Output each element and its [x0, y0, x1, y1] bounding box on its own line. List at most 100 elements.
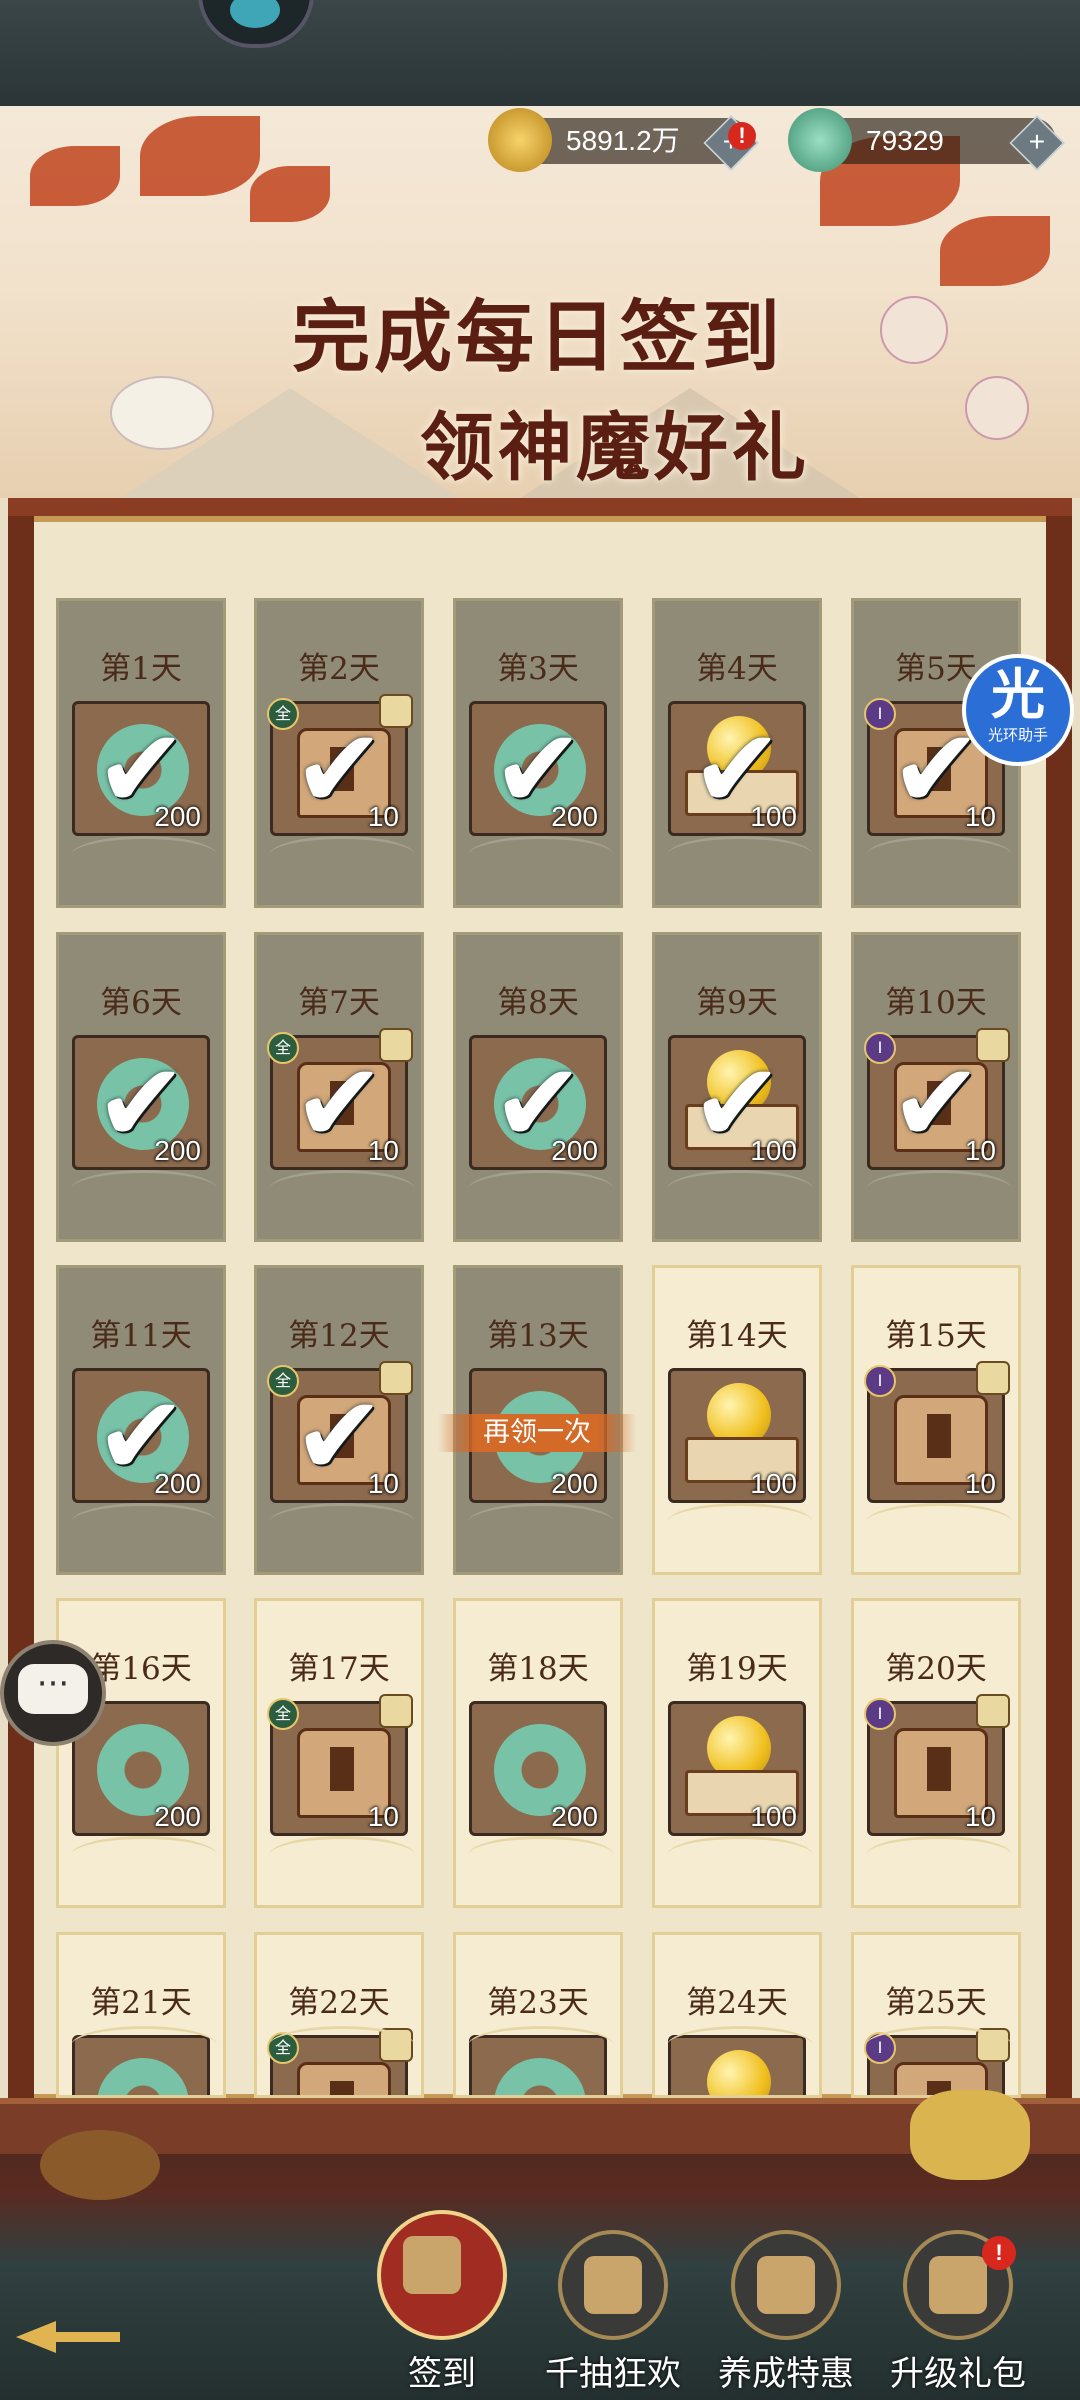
- nav-label: 签到: [408, 2354, 476, 2394]
- day-label: 第25天: [885, 1985, 987, 2021]
- reward-slot: I 10: [864, 1694, 1010, 1836]
- reward-slot: 200 ✔: [469, 701, 607, 836]
- claimed-check-icon: ✔: [492, 705, 585, 833]
- card-decor: [71, 1836, 217, 1875]
- day-card[interactable]: 第4天 100 ✔: [652, 598, 822, 908]
- card-decor: [71, 1170, 217, 1209]
- reward-quantity: 100: [750, 1801, 797, 1832]
- reward-slot: 100: [668, 1368, 806, 1503]
- reward-slot: 100 ✔: [668, 701, 806, 836]
- claimed-check-icon: ✔: [293, 1372, 386, 1500]
- day-label: 第24天: [686, 1985, 788, 2021]
- card-decor: [866, 836, 1012, 875]
- card-decor: [269, 2026, 415, 2065]
- day-label: 第10天: [885, 985, 987, 1021]
- day-card[interactable]: 第16天 200: [56, 1598, 226, 1908]
- coins-decor-icon: [40, 2130, 160, 2200]
- card-decor: [269, 1170, 415, 1209]
- day-card[interactable]: 第17天全 10: [254, 1598, 424, 1908]
- reclaim-button[interactable]: 再领一次: [438, 1414, 636, 1452]
- day-card[interactable]: 第2天全 10 ✔: [254, 598, 424, 908]
- day-card[interactable]: 第21天: [56, 1932, 226, 2098]
- puzzle-piece-icon: [379, 1694, 413, 1728]
- reward-slot: 全 10 ✔: [267, 1361, 413, 1503]
- day-card[interactable]: 第11天 200 ✔: [56, 1265, 226, 1575]
- card-decor: [71, 1503, 217, 1542]
- day-label: 第9天: [696, 985, 778, 1021]
- day-card[interactable]: 第7天全 10 ✔: [254, 932, 424, 1242]
- day-label: 第4天: [696, 651, 778, 687]
- sign-in-grid: 第1天 200 ✔ 第2天全 10 ✔ 第3天 200 ✔ 第4天 100 ✔ 第5天 I 10 ✔ 第6天 20…: [0, 0, 1080, 2100]
- day-card[interactable]: 第22天全: [254, 1932, 424, 2098]
- nav-sign-in[interactable]: 签到: [372, 2210, 512, 2394]
- reward-quantity: 10: [367, 1801, 399, 1832]
- reward-quantity: 200: [551, 1801, 598, 1832]
- reward-slot: 200 ✔: [72, 1368, 210, 1503]
- card-decor: [866, 2026, 1012, 2065]
- day-card[interactable]: 第23天: [453, 1932, 623, 2098]
- reward-slot: I 10: [864, 1361, 1010, 1503]
- nav-draw-carnival[interactable]: 千抽狂欢: [543, 2230, 683, 2394]
- claimed-check-icon: ✔: [691, 705, 784, 833]
- chat-icon[interactable]: [0, 1640, 106, 1746]
- reward-slot: 全 10: [267, 1694, 413, 1836]
- alert-badge: !: [982, 2236, 1016, 2270]
- card-decor: [468, 1170, 614, 1209]
- reward-slot: 200 ✔: [469, 1035, 607, 1170]
- assistant-logo: 光: [991, 663, 1045, 726]
- day-label: 第7天: [298, 985, 380, 1021]
- day-card[interactable]: 第18天 200: [453, 1598, 623, 1908]
- day-card[interactable]: 第15天 I 10: [851, 1265, 1021, 1575]
- day-card[interactable]: 第6天 200 ✔: [56, 932, 226, 1242]
- day-label: 第13天: [487, 1318, 589, 1354]
- card-decor: [269, 1836, 415, 1875]
- card-decor: [866, 1836, 1012, 1875]
- day-card[interactable]: 第9天 100 ✔: [652, 932, 822, 1242]
- day-label: 第20天: [885, 1651, 987, 1687]
- claimed-check-icon: ✔: [293, 1039, 386, 1167]
- day-label: 第19天: [686, 1651, 788, 1687]
- card-decor: [667, 836, 813, 875]
- reward-slot: 200 ✔: [72, 1035, 210, 1170]
- reward-quantity: 200: [154, 1801, 201, 1832]
- back-arrow-icon[interactable]: [0, 2305, 130, 2365]
- card-decor: [667, 2026, 813, 2065]
- card-decor: [269, 1503, 415, 1542]
- claimed-check-icon: ✔: [890, 1039, 983, 1167]
- day-card[interactable]: 第12天全 10 ✔: [254, 1265, 424, 1575]
- nav-growth-deal[interactable]: 养成特惠: [716, 2230, 856, 2394]
- reward-quantity: 10: [964, 1468, 996, 1499]
- day-card[interactable]: 第14天 100: [652, 1265, 822, 1575]
- nav-label: 养成特惠: [718, 2354, 854, 2394]
- claimed-check-icon: ✔: [691, 1039, 784, 1167]
- card-decor: [468, 1503, 614, 1542]
- claimed-check-icon: ✔: [95, 1372, 188, 1500]
- day-card[interactable]: 第1天 200 ✔: [56, 598, 226, 908]
- assistant-float-button[interactable]: 光 光环助手: [962, 654, 1074, 766]
- day-card[interactable]: 第24天: [652, 1932, 822, 2098]
- card-decor: [468, 2026, 614, 2065]
- card-decor: [71, 2026, 217, 2065]
- reward-slot: 200: [469, 1701, 607, 1836]
- reward-slot: 100 ✔: [668, 1035, 806, 1170]
- day-label: 第2天: [298, 651, 380, 687]
- day-card[interactable]: 第19天 100: [652, 1598, 822, 1908]
- day-card[interactable]: 第3天 200 ✔: [453, 598, 623, 908]
- card-decor: [468, 1836, 614, 1875]
- reward-slot: 全 10 ✔: [267, 694, 413, 836]
- nav-label: 千抽狂欢: [545, 2354, 681, 2394]
- day-label: 第11天: [90, 1318, 192, 1354]
- day-label: 第3天: [497, 651, 579, 687]
- day-label: 第17天: [288, 1651, 390, 1687]
- card-decor: [866, 1170, 1012, 1209]
- day-label: 第15天: [885, 1318, 987, 1354]
- rarity-badge: I: [864, 1698, 896, 1730]
- day-label: 第23天: [487, 1985, 589, 2021]
- day-label: 第14天: [686, 1318, 788, 1354]
- day-card[interactable]: 第25天 I: [851, 1932, 1021, 2098]
- day-card[interactable]: 第20天 I 10: [851, 1598, 1021, 1908]
- day-card[interactable]: 第8天 200 ✔: [453, 932, 623, 1242]
- day-card[interactable]: 第10天 I 10 ✔: [851, 932, 1021, 1242]
- reward-quantity: 200: [551, 1468, 598, 1499]
- card-decor: [667, 1503, 813, 1542]
